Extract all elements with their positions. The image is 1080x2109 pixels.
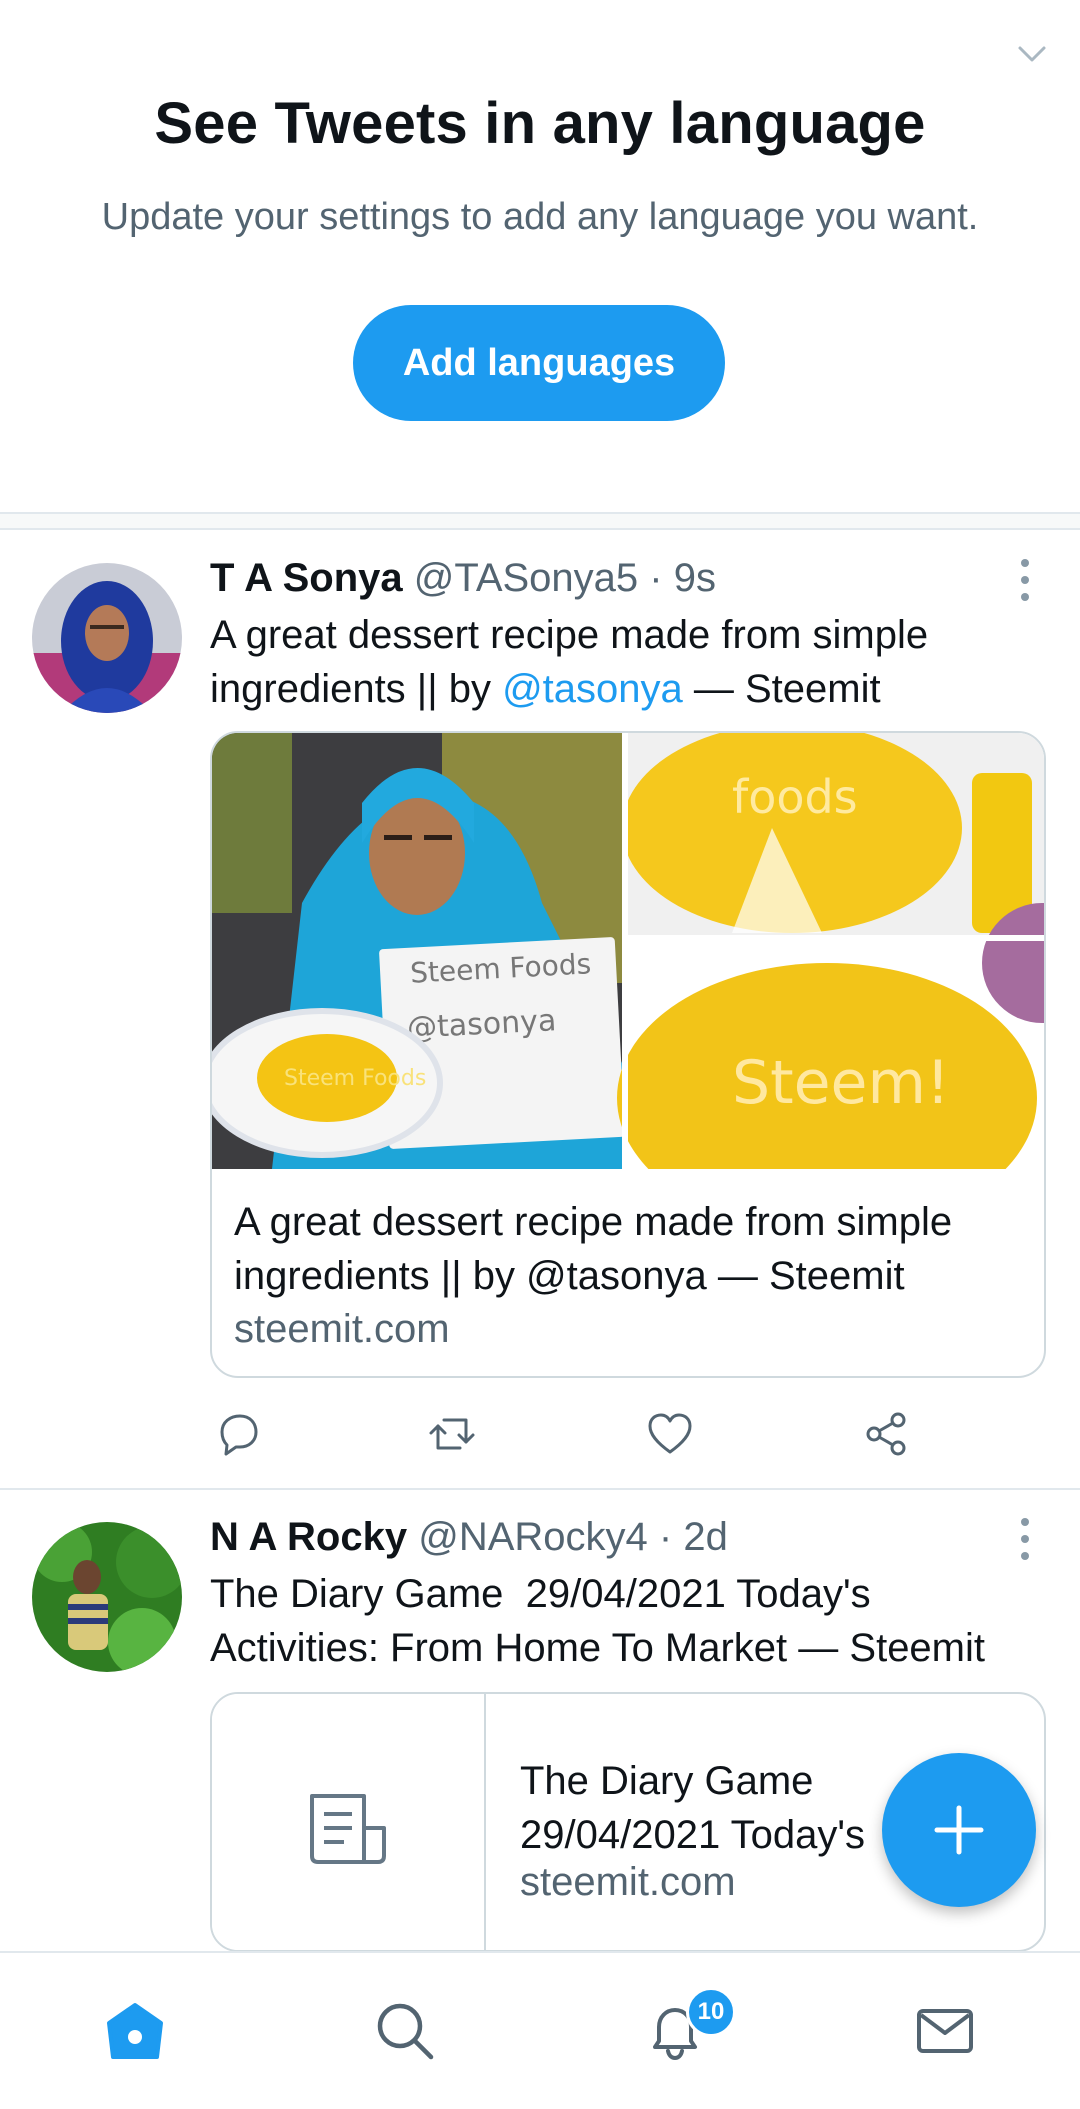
section-separator (0, 512, 1080, 530)
tweet-time: 9s (673, 556, 716, 600)
dot-separator: · (647, 1515, 684, 1559)
more-options-icon[interactable] (1007, 555, 1043, 605)
cake-text: foods (732, 770, 858, 824)
mail-icon (917, 2009, 973, 2053)
cake-text: Steem! (732, 1048, 950, 1118)
nav-messages[interactable] (845, 1953, 1045, 2109)
author-handle[interactable]: @TASonya5 (414, 556, 638, 600)
card-title-line: 29/04/2021 Today's (520, 1813, 865, 1857)
tweet-text: A great dessert recipe made from simple … (210, 608, 1030, 716)
home-icon (107, 2003, 163, 2059)
avatar[interactable] (32, 1522, 182, 1672)
language-prompt-title: See Tweets in any language (154, 91, 926, 156)
retweet-icon[interactable] (428, 1410, 476, 1458)
bottom-navigation: 10 (0, 1951, 1080, 2109)
card-domain: steemit.com (234, 1307, 450, 1351)
share-icon[interactable] (862, 1410, 910, 1458)
tweet-time: 2d (683, 1515, 728, 1559)
language-prompt-subtitle: Update your settings to add any language… (101, 196, 979, 238)
card-domain: steemit.com (520, 1860, 736, 1904)
nav-notifications[interactable] (575, 1953, 775, 2109)
avatar-image (32, 563, 182, 713)
plus-icon (934, 1805, 984, 1855)
tweet-header: T A Sonya @TASonya5 · 9s (210, 556, 716, 601)
tweet-header: N A Rocky @NARocky4 · 2d (210, 1515, 728, 1560)
link-card[interactable]: Steem Foods @tasonya Steem Foods foods S… (210, 731, 1046, 1378)
tweet-text-part: — Steemit (682, 667, 881, 711)
notification-badge: 10 (686, 1987, 736, 2037)
nav-home[interactable] (35, 1953, 235, 2109)
card-title: The Diary Game 29/04/2021 Today's (520, 1754, 900, 1862)
author-name[interactable]: T A Sonya (210, 556, 403, 600)
author-handle[interactable]: @NARocky4 (418, 1515, 648, 1559)
avatar-image (32, 1522, 182, 1672)
author-name[interactable]: N A Rocky (210, 1515, 407, 1559)
card-title: A great dessert recipe made from simple … (234, 1200, 953, 1298)
card-image-collage: Steem Foods @tasonya Steem Foods foods S… (212, 733, 1044, 1169)
compose-tweet-button[interactable] (882, 1753, 1036, 1907)
add-languages-button[interactable]: Add languages (353, 305, 725, 421)
more-options-icon[interactable] (1007, 1514, 1043, 1564)
tweet-divider (0, 1488, 1080, 1490)
plate-text: Steem Foods (284, 1066, 426, 1091)
chevron-down-icon[interactable] (1012, 34, 1052, 74)
search-icon (377, 2003, 434, 2060)
like-icon[interactable] (646, 1410, 694, 1458)
language-prompt: See Tweets in any language Update your s… (0, 0, 1080, 512)
nav-search[interactable] (305, 1953, 505, 2109)
dot-separator: · (638, 556, 674, 600)
tweet-text: The Diary Game 29/04/2021 Today's Activi… (210, 1572, 985, 1670)
reply-icon[interactable] (214, 1410, 262, 1458)
card-thumbnail (212, 1694, 486, 1950)
card-title-line: The Diary Game (520, 1759, 814, 1803)
mention-link[interactable]: @tasonya (502, 667, 683, 711)
article-icon (310, 1794, 386, 1864)
avatar[interactable] (32, 563, 182, 713)
